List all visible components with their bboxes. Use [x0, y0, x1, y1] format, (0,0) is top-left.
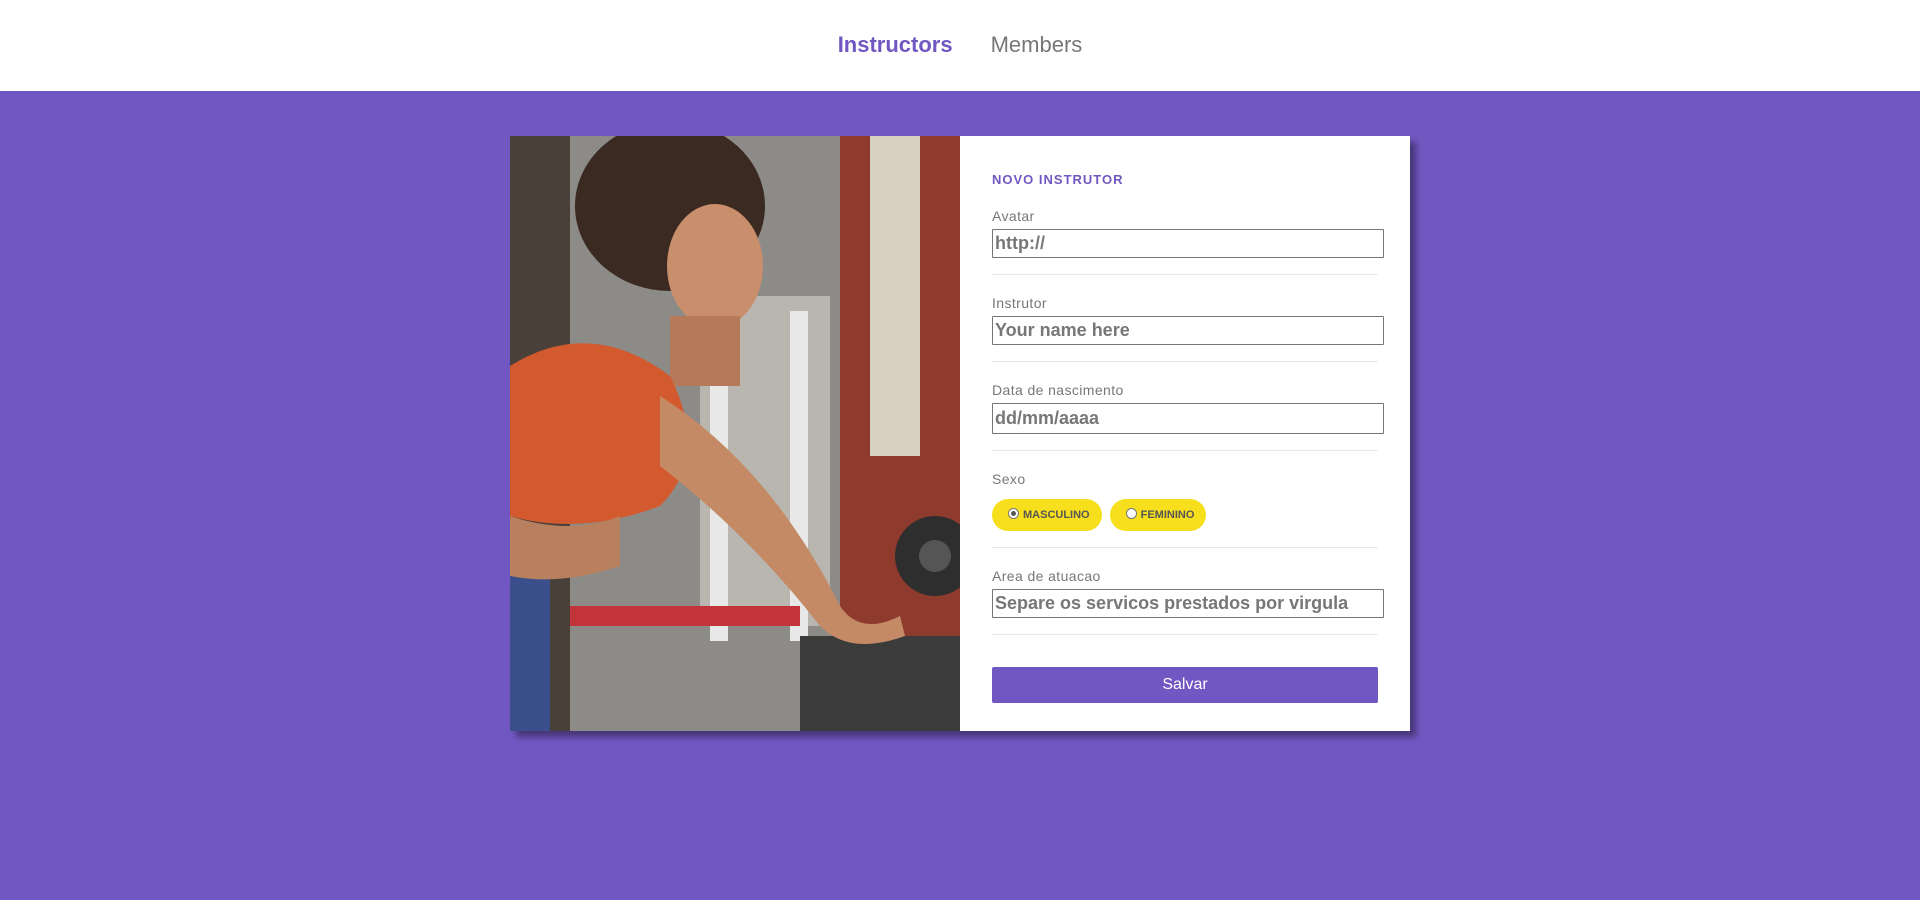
avatar-input[interactable]	[992, 229, 1384, 258]
radio-unchecked-icon[interactable]	[1125, 507, 1137, 519]
gym-photo-illustration	[510, 136, 960, 731]
instructor-name-input[interactable]	[992, 316, 1384, 345]
instructor-field: Instrutor	[992, 295, 1384, 362]
gender-option-masculino[interactable]: MASCULINO	[992, 499, 1102, 531]
divider	[992, 361, 1378, 362]
birth-date-field: Data de nascimento	[992, 382, 1384, 451]
gender-field: Sexo MASCULINO FEMININO	[992, 471, 1378, 548]
radio-checked-icon[interactable]	[1008, 507, 1019, 519]
avatar-label: Avatar	[992, 208, 1035, 224]
main-nav: Instructors Members	[838, 32, 1083, 58]
gender-options: MASCULINO FEMININO	[992, 499, 1378, 531]
avatar-field: Avatar	[992, 208, 1384, 275]
nav-link-members[interactable]: Members	[991, 32, 1083, 58]
nav-link-instructors[interactable]: Instructors	[838, 32, 953, 58]
area-input[interactable]	[992, 589, 1384, 618]
top-nav-bar: Instructors Members	[0, 0, 1920, 91]
divider	[992, 274, 1378, 275]
gender-option-label: FEMININO	[1140, 509, 1195, 521]
birth-date-label: Data de nascimento	[992, 382, 1124, 398]
divider	[992, 634, 1378, 635]
instructor-label: Instrutor	[992, 295, 1047, 311]
new-instructor-card: NOVO INSTRUTOR Avatar Instrutor Data de …	[510, 136, 1410, 731]
gym-photo	[510, 136, 960, 731]
area-label: Area de atuacao	[992, 568, 1101, 584]
form-title: NOVO INSTRUTOR	[992, 172, 1124, 187]
divider	[992, 450, 1378, 451]
area-field: Area de atuacao	[992, 568, 1384, 635]
save-button[interactable]: Salvar	[992, 667, 1378, 703]
gender-option-label: MASCULINO	[1023, 509, 1090, 521]
gender-label: Sexo	[992, 471, 1026, 487]
birth-date-input[interactable]	[992, 403, 1384, 434]
new-instructor-form: NOVO INSTRUTOR Avatar Instrutor Data de …	[960, 136, 1410, 731]
gender-option-feminino[interactable]: FEMININO	[1109, 499, 1207, 531]
divider	[992, 547, 1378, 548]
